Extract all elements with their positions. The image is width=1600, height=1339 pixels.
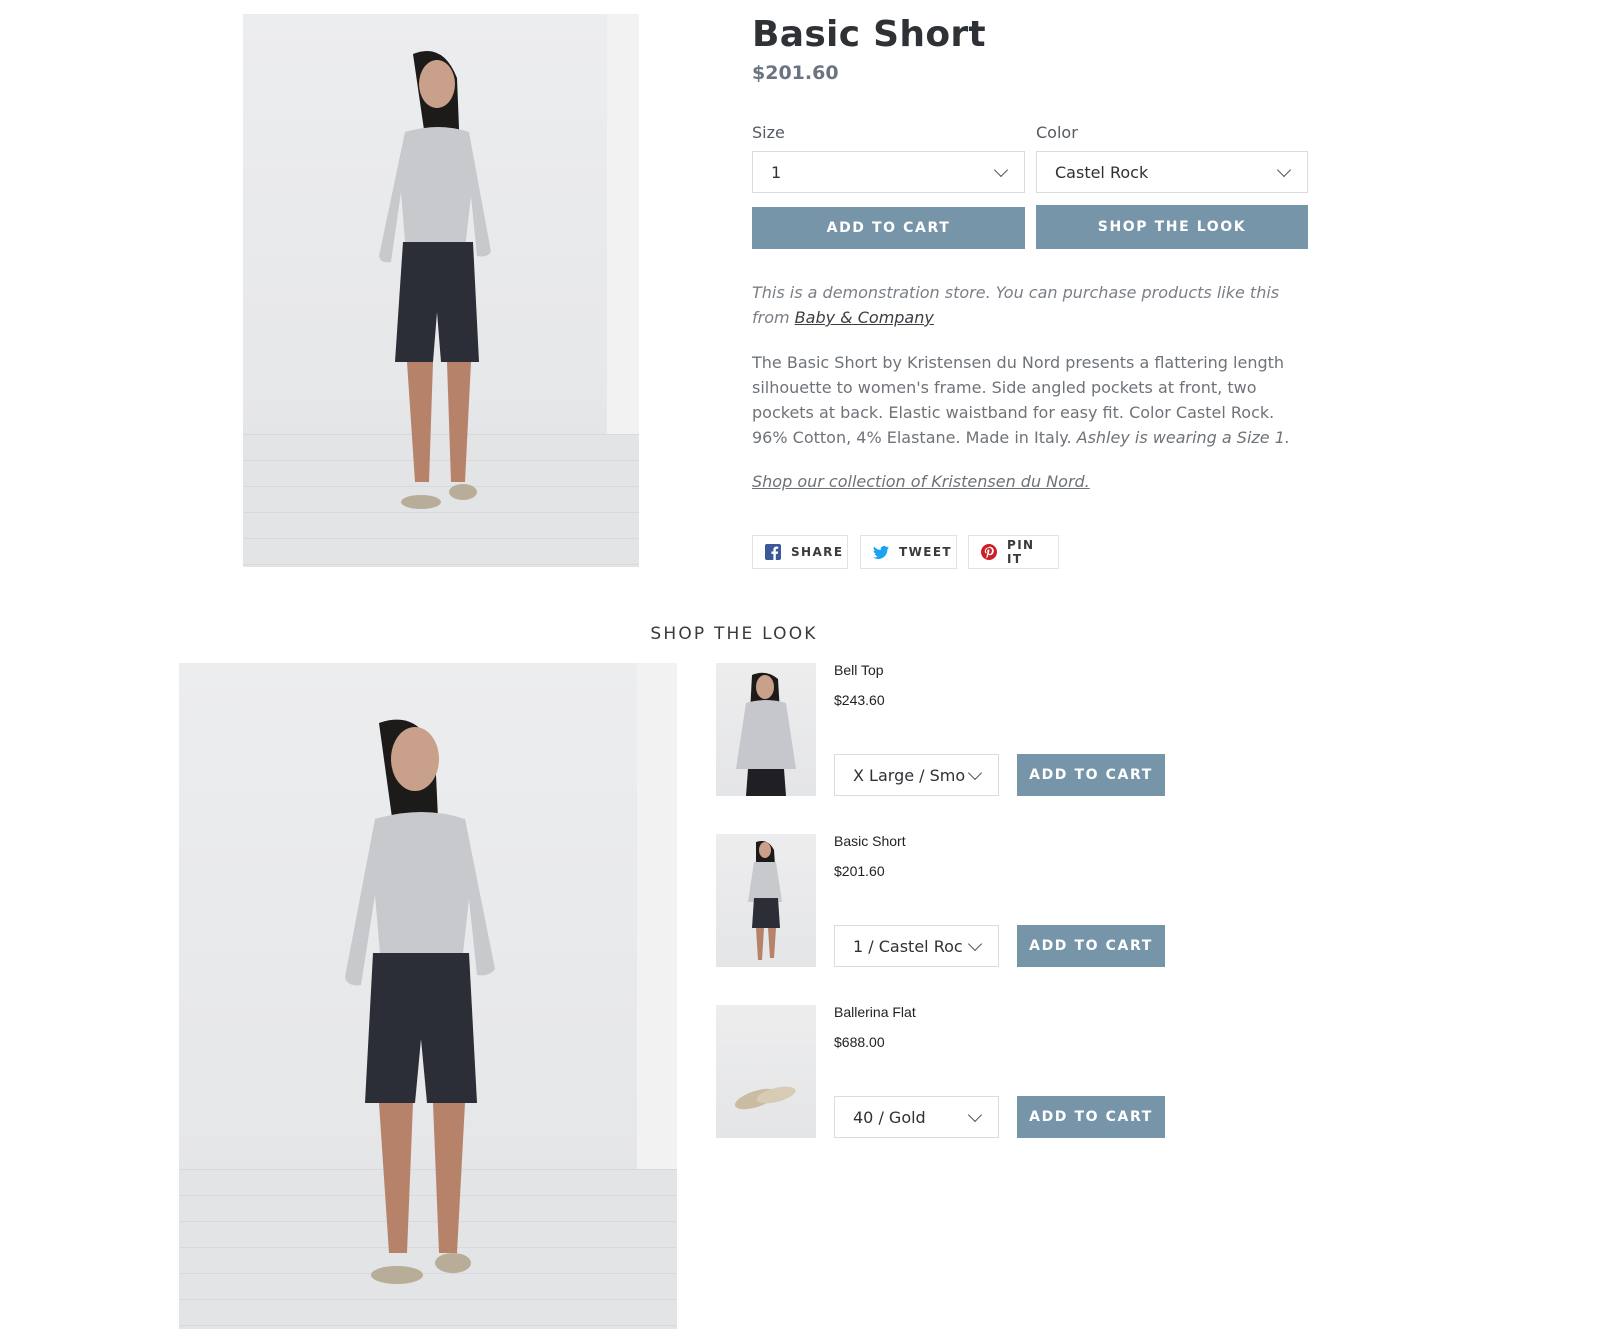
description-size-note: Ashley is wearing a Size 1. (1076, 428, 1290, 447)
item-variant-value: 1 / Castel Roc (853, 936, 963, 956)
ballerina-flat-image (734, 1086, 796, 1110)
collection-link[interactable]: Shop our collection of Kristensen du Nor… (752, 472, 1090, 491)
item-price: $688.00 (834, 1034, 885, 1050)
color-select[interactable]: Castel Rock (1036, 151, 1308, 193)
product-title: Basic Short (752, 14, 986, 55)
basic-short-thumbnail[interactable] (716, 834, 816, 967)
facebook-share-button[interactable]: SHARE (752, 535, 848, 569)
chevron-down-icon (993, 162, 1009, 177)
twitter-tweet-label: TWEET (899, 545, 953, 559)
item-name[interactable]: Basic Short (834, 833, 906, 849)
shop-the-look-image[interactable] (179, 663, 677, 1329)
product-description: The Basic Short by Kristensen du Nord pr… (752, 350, 1312, 450)
ballerina-flat-thumbnail[interactable] (716, 1005, 816, 1138)
chevron-down-icon (967, 1107, 983, 1122)
basic-short-image (748, 841, 782, 960)
chevron-down-icon (967, 765, 983, 780)
item-variant-value: X Large / Smo (853, 765, 966, 785)
bell-top-thumbnail[interactable] (716, 663, 816, 796)
item-variant-value: 40 / Gold (853, 1107, 926, 1127)
facebook-share-label: SHARE (791, 545, 844, 559)
color-select-value: Castel Rock (1055, 162, 1149, 182)
item-name[interactable]: Ballerina Flat (834, 1004, 916, 1020)
product-price: $201.60 (752, 62, 839, 84)
item-price: $201.60 (834, 863, 885, 879)
product-main-image[interactable] (243, 14, 639, 567)
bell-top-image (736, 672, 796, 796)
item-variant-select[interactable]: X Large / Smo (834, 754, 999, 796)
twitter-icon (873, 545, 889, 559)
size-label: Size (752, 123, 785, 142)
chevron-down-icon (1276, 162, 1292, 177)
pinterest-pin-button[interactable]: PIN IT (968, 535, 1059, 569)
size-select[interactable]: 1 (752, 151, 1025, 193)
add-to-cart-button[interactable]: ADD TO CART (1017, 754, 1165, 796)
pinterest-icon (981, 544, 997, 560)
size-select-value: 1 (771, 162, 782, 182)
shop-the-look-button[interactable]: SHOP THE LOOK (1036, 205, 1308, 249)
shop-the-look-heading: SHOP THE LOOK (650, 624, 818, 644)
add-to-cart-button[interactable]: ADD TO CART (1017, 925, 1165, 967)
pinterest-pin-label: PIN IT (1007, 538, 1035, 566)
baby-and-company-link[interactable]: Baby & Company (795, 308, 934, 327)
item-variant-select[interactable]: 40 / Gold (834, 1096, 999, 1138)
demo-store-note: This is a demonstration store. You can p… (752, 280, 1312, 330)
add-to-cart-button[interactable]: ADD TO CART (1017, 1096, 1165, 1138)
twitter-tweet-button[interactable]: TWEET (860, 535, 957, 569)
chevron-down-icon (967, 936, 983, 951)
item-name[interactable]: Bell Top (834, 662, 884, 678)
item-variant-select[interactable]: 1 / Castel Roc (834, 925, 999, 967)
color-label: Color (1036, 123, 1078, 142)
item-price: $243.60 (834, 692, 885, 708)
add-to-cart-button[interactable]: ADD TO CART (752, 207, 1025, 249)
facebook-icon (765, 544, 781, 560)
